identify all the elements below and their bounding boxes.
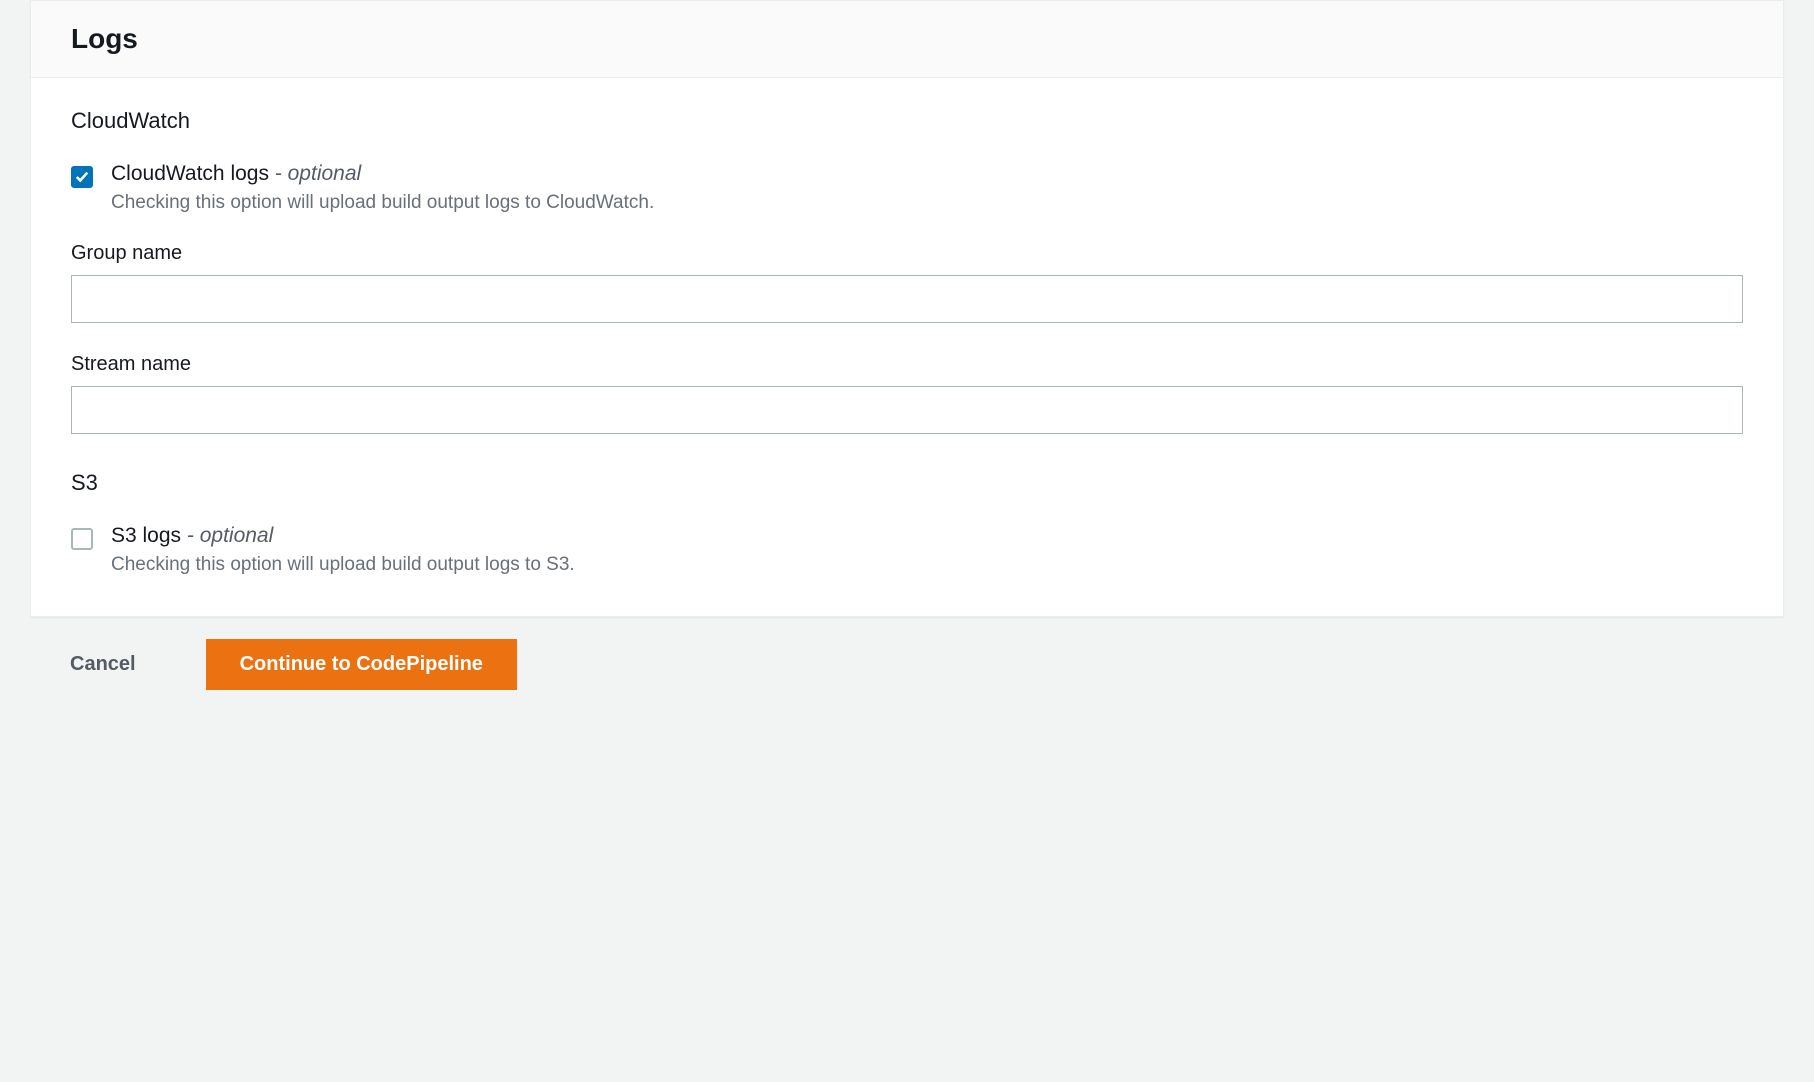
s3-optional-text: - optional xyxy=(181,524,273,547)
s3-checkbox-content: S3 logs - optional Checking this option … xyxy=(111,524,1743,576)
logs-panel: Logs CloudWatch CloudWatch logs - option… xyxy=(30,0,1784,617)
stream-name-label: Stream name xyxy=(71,353,1743,376)
s3-checkbox-desc: Checking this option will upload build o… xyxy=(111,554,1743,576)
s3-section-title: S3 xyxy=(71,470,1743,496)
group-name-label: Group name xyxy=(71,242,1743,265)
cloudwatch-checkbox-label: CloudWatch logs - optional xyxy=(111,162,1743,186)
stream-name-field: Stream name xyxy=(71,353,1743,434)
cloudwatch-logs-checkbox[interactable] xyxy=(71,166,93,188)
footer: Cancel Continue to CodePipeline xyxy=(30,617,1784,690)
stream-name-input[interactable] xyxy=(71,386,1743,434)
s3-logs-checkbox[interactable] xyxy=(71,528,93,550)
check-icon xyxy=(75,170,89,184)
panel-header: Logs xyxy=(31,1,1783,78)
cloudwatch-optional-text: - optional xyxy=(269,162,361,185)
cloudwatch-logs-checkbox-row: CloudWatch logs - optional Checking this… xyxy=(71,162,1743,214)
cancel-button[interactable]: Cancel xyxy=(70,641,136,688)
group-name-field: Group name xyxy=(71,242,1743,323)
cloudwatch-checkbox-label-text: CloudWatch logs xyxy=(111,162,269,185)
cloudwatch-section-title: CloudWatch xyxy=(71,108,1743,134)
panel-body: CloudWatch CloudWatch logs - optional Ch… xyxy=(31,78,1783,616)
panel-title: Logs xyxy=(71,23,1743,55)
cloudwatch-checkbox-content: CloudWatch logs - optional Checking this… xyxy=(111,162,1743,214)
s3-checkbox-label: S3 logs - optional xyxy=(111,524,1743,548)
group-name-input[interactable] xyxy=(71,275,1743,323)
s3-logs-checkbox-row: S3 logs - optional Checking this option … xyxy=(71,524,1743,576)
s3-checkbox-label-text: S3 logs xyxy=(111,524,181,547)
continue-button[interactable]: Continue to CodePipeline xyxy=(206,639,517,690)
cloudwatch-checkbox-desc: Checking this option will upload build o… xyxy=(111,192,1743,214)
